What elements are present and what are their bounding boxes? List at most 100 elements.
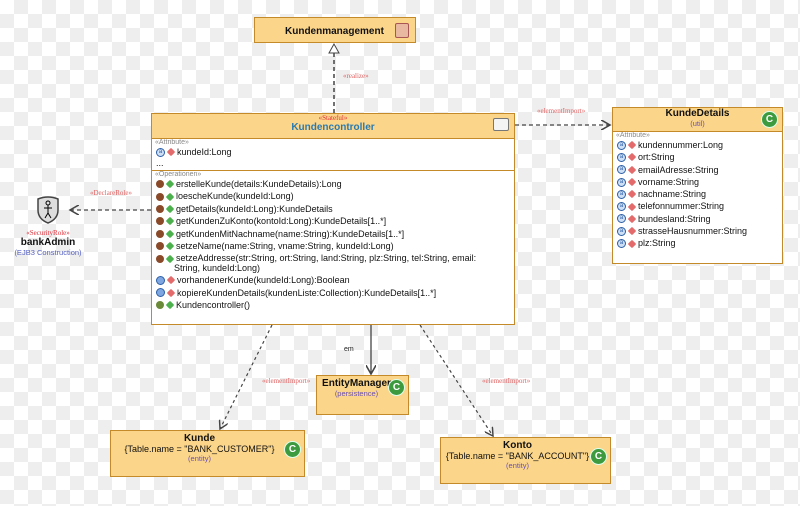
operation-row[interactable]: Kundencontroller() — [152, 299, 514, 311]
entitymanager-title: EntityManager — [322, 378, 391, 389]
private-icon — [627, 226, 637, 236]
attribute-row[interactable]: a kundennummer:Long — [613, 139, 782, 151]
public-icon — [165, 229, 175, 238]
entity-icon: C — [590, 448, 607, 465]
attribute-row[interactable]: a ort:String — [613, 151, 782, 163]
attribute-icon: a — [617, 239, 626, 249]
attribute-row[interactable]: a plz:String — [613, 237, 782, 249]
entitymanager-package: (persistence) — [334, 389, 379, 398]
attribute-text: nachname:String — [638, 189, 707, 200]
operation-row[interactable]: getDetails(kundeId:Long):KundeDetails — [152, 203, 514, 215]
operation-icon — [156, 192, 164, 201]
attribute-row[interactable]: a vorname:String — [613, 176, 782, 188]
role-stereotype: «SecurityRole» — [26, 229, 70, 237]
role-subtitle: (EJB3 Construction) — [14, 248, 82, 257]
attribute-row[interactable]: a bundesland:String — [613, 213, 782, 225]
operation-text: getKundenZuKonto(kontoId:Long):KundeDeta… — [176, 216, 387, 227]
security-role[interactable]: «SecurityRole» bankAdmin (EJB3 Construct… — [0, 196, 96, 257]
attribute-row[interactable]: a strasseHausnummer:String — [613, 225, 782, 237]
public-icon — [165, 179, 175, 189]
stateful-bean-icon — [493, 118, 509, 131]
attribute-row[interactable]: a emailAdresse:String — [613, 164, 782, 176]
kunde-table: {Table.name = "BANK_CUSTOMER"} — [124, 444, 275, 454]
kundenmanagement-title: Kundenmanagement — [285, 26, 384, 37]
operation-text: kopiereKundenDetails(kundenListe:Collect… — [177, 287, 437, 298]
kundencontroller-class[interactable]: «Stateful» Kundencontroller «Attribute» … — [151, 113, 515, 325]
attribute-icon: a — [617, 189, 626, 199]
attribute-icon: a — [617, 140, 626, 150]
method-icon — [156, 275, 165, 285]
attribute-text: emailAdresse:String — [638, 164, 719, 175]
realize-label: «realize» — [343, 72, 369, 80]
attribute-icon: a — [617, 177, 626, 187]
interface-icon — [395, 23, 409, 38]
method-icon — [156, 288, 165, 298]
attribute-icon: a — [617, 152, 626, 162]
private-icon — [627, 177, 637, 187]
kundenmanagement-interface[interactable]: Kundenmanagement — [254, 17, 416, 43]
konto-table: {Table.name = "BANK_ACCOUNT"} — [445, 451, 590, 461]
attribute-icon: a — [156, 147, 165, 157]
attribute-icon: a — [617, 202, 626, 212]
operation-text: String, kundeId:Long) — [174, 262, 261, 273]
operation-row[interactable]: kopiereKundenDetails(kundenListe:Collect… — [152, 287, 514, 299]
private-icon — [627, 140, 637, 150]
private-icon — [627, 190, 637, 199]
attribute-text: telefonnummer:String — [638, 201, 725, 212]
controller-title: Kundencontroller — [291, 122, 375, 133]
attribute-icon: a — [617, 165, 626, 175]
attribute-text: strasseHausnummer:String — [638, 226, 748, 237]
private-icon — [627, 239, 637, 248]
entitymanager-class[interactable]: EntityManager (persistence) C — [316, 375, 409, 415]
operation-icon — [156, 217, 164, 226]
konto-package: (entity) — [506, 461, 529, 470]
operation-text: Kundencontroller() — [176, 299, 251, 310]
realize-arrowhead — [328, 42, 340, 54]
attribute-text: kundeId:Long — [177, 147, 232, 157]
konto-entity[interactable]: Konto {Table.name = "BANK_ACCOUNT"} (ent… — [440, 437, 611, 484]
attribute-row[interactable]: a nachname:String — [613, 188, 782, 200]
private-icon — [627, 202, 637, 211]
operations-section-label: «Operationen» — [155, 171, 202, 178]
operation-text: getKundenMitNachname(name:String):KundeD… — [176, 228, 405, 239]
attribute-text: ort:String — [638, 152, 675, 163]
details-package: (util) — [690, 119, 705, 128]
operation-icon — [156, 229, 164, 238]
attribute-row[interactable]: a telefonnummer:String — [613, 200, 782, 212]
private-icon — [627, 153, 637, 162]
kundedetails-class[interactable]: KundeDetails (util) C «Attribute» a kunde… — [612, 107, 783, 264]
security-role-shield-icon — [37, 196, 59, 224]
operation-row[interactable]: getKundenZuKonto(kontoId:Long):KundeDeta… — [152, 215, 514, 227]
em-label: em — [344, 346, 354, 353]
operation-icon — [156, 180, 164, 189]
operation-row[interactable]: getKundenMitNachname(name:String):KundeD… — [152, 228, 514, 240]
operation-row[interactable]: loescheKunde(kundeId:Long) — [152, 190, 514, 202]
declare-role-label: «DeclareRole» — [90, 189, 132, 197]
operation-icon — [156, 254, 164, 263]
public-icon — [165, 300, 175, 310]
operation-text: vorhandenerKunde(kundeId:Long):Boolean — [177, 275, 350, 286]
attribute-row[interactable]: a kundeId:Long — [152, 146, 514, 158]
entity-icon: C — [284, 441, 301, 458]
operation-row[interactable]: vorhandenerKunde(kundeId:Long):Boolean — [152, 274, 514, 286]
operation-text: erstelleKunde(details:KundeDetails):Long — [176, 179, 342, 189]
operation-text: setzeName(name:String, vname:String, kun… — [176, 240, 394, 251]
public-icon — [165, 204, 175, 214]
operation-row[interactable]: erstelleKunde(details:KundeDetails):Long — [152, 178, 514, 190]
operation-text: getDetails(kundeId:Long):KundeDetails — [176, 203, 333, 214]
kunde-title: Kunde — [183, 433, 216, 444]
kunde-entity[interactable]: Kunde {Table.name = "BANK_CUSTOMER"} (en… — [110, 430, 305, 477]
attribute-text: plz:String — [638, 238, 676, 249]
import-label-kunde: «elementImport» — [262, 377, 311, 385]
attribute-icon: a — [617, 214, 626, 224]
diagram-canvas: «realize» «elementImport» «DeclareRole» … — [0, 0, 800, 506]
public-icon — [165, 241, 175, 251]
operation-row[interactable]: setzeName(name:String, vname:String, kun… — [152, 240, 514, 252]
attribute-ellipsis: ... — [156, 157, 164, 168]
operation-icon — [156, 242, 164, 251]
konto-title: Konto — [503, 440, 532, 451]
private-icon — [166, 147, 176, 157]
attribute-text: bundesland:String — [638, 213, 711, 224]
attributes-section-label: «Attribute» — [155, 139, 189, 146]
attributes-section-label: «Attribute» — [616, 132, 650, 139]
